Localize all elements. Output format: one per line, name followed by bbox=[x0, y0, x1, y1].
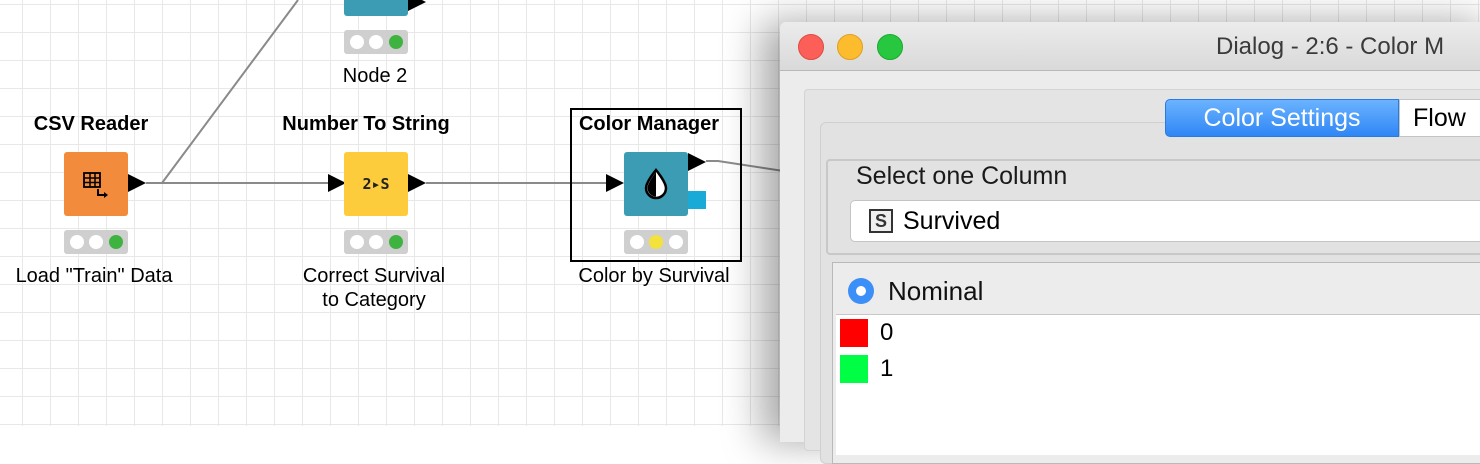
list-item[interactable]: 1 bbox=[840, 355, 893, 383]
color-manager-out-port[interactable] bbox=[688, 153, 706, 171]
number-to-string-label[interactable]: Correct Survival to Category bbox=[303, 264, 445, 312]
select-column-group-title: Select one Column bbox=[848, 162, 1076, 191]
color-manager-dialog: Dialog - 2:6 - Color M Color Settings Fl… bbox=[780, 22, 1480, 464]
node2-status-lights bbox=[344, 30, 408, 54]
color-manager-status-lights bbox=[624, 230, 688, 254]
color-manager-label[interactable]: Color by Survival bbox=[578, 264, 729, 288]
number-to-string-label-line2: to Category bbox=[322, 289, 426, 311]
droplet-icon bbox=[644, 168, 668, 200]
list-item[interactable]: 0 bbox=[840, 319, 893, 347]
csv-reader-label[interactable]: Load "Train" Data bbox=[16, 264, 173, 288]
close-window-button[interactable] bbox=[798, 34, 824, 60]
csv-reader-status-lights bbox=[64, 230, 128, 254]
node2-icon[interactable] bbox=[344, 0, 408, 16]
status-light-off bbox=[69, 235, 84, 249]
status-light-off bbox=[668, 235, 683, 249]
number-to-string-out-port[interactable] bbox=[408, 174, 426, 192]
tab-flow[interactable]: Flow bbox=[1399, 99, 1480, 137]
csv-reader-title: CSV Reader bbox=[33, 113, 149, 135]
csv-reader-node[interactable] bbox=[64, 152, 128, 216]
status-light-off bbox=[349, 35, 364, 49]
string-type-icon: S bbox=[869, 209, 893, 233]
list-item-label: 0 bbox=[880, 319, 894, 346]
color-swatch-red bbox=[840, 319, 868, 347]
list-item-label: 1 bbox=[880, 355, 894, 382]
tab-color-settings[interactable]: Color Settings bbox=[1165, 99, 1399, 137]
status-light-off bbox=[349, 235, 364, 249]
color-manager-title: Color Manager bbox=[578, 113, 720, 135]
status-light-green bbox=[108, 235, 123, 249]
wire-csv-to-node2 bbox=[161, 0, 299, 184]
node2-out-port[interactable] bbox=[408, 0, 426, 11]
dialog-title: Dialog - 2:6 - Color M bbox=[1216, 33, 1445, 60]
dialog-titlebar[interactable]: Dialog - 2:6 - Color M bbox=[780, 22, 1480, 71]
radio-selected-indicator bbox=[856, 286, 866, 296]
color-manager-in-port[interactable] bbox=[606, 174, 624, 192]
status-light-green bbox=[388, 35, 403, 49]
status-light-off bbox=[369, 35, 383, 49]
number-to-string-status-lights bbox=[344, 230, 408, 254]
number-to-string-title: Number To String bbox=[282, 113, 450, 135]
zoom-window-button[interactable] bbox=[877, 34, 903, 60]
status-light-green bbox=[388, 235, 403, 249]
status-light-yellow bbox=[649, 235, 663, 249]
table-arrow-icon bbox=[83, 172, 108, 198]
nominal-radio-button[interactable] bbox=[848, 278, 874, 304]
status-light-off bbox=[89, 235, 103, 249]
color-manager-node[interactable] bbox=[624, 152, 688, 216]
node2-label[interactable]: Node 2 bbox=[343, 64, 408, 88]
color-model-out-port[interactable] bbox=[688, 191, 706, 209]
column-select-dropdown[interactable]: S Survived bbox=[850, 200, 1480, 242]
nominal-radio-label[interactable]: Nominal bbox=[888, 276, 983, 307]
status-light-off bbox=[369, 235, 383, 249]
number-to-string-icon: 2▸S bbox=[362, 175, 390, 193]
status-light-off bbox=[629, 235, 644, 249]
nominal-values-list[interactable]: 0 1 bbox=[836, 314, 1480, 455]
color-swatch-green bbox=[840, 355, 868, 383]
number-to-string-label-line1: Correct Survival bbox=[302, 265, 446, 287]
selected-column-name: Survived bbox=[903, 206, 1001, 235]
minimize-window-button[interactable] bbox=[837, 34, 863, 60]
number-to-string-node[interactable]: 2▸S bbox=[344, 152, 408, 216]
csv-reader-out-port[interactable] bbox=[128, 174, 146, 192]
